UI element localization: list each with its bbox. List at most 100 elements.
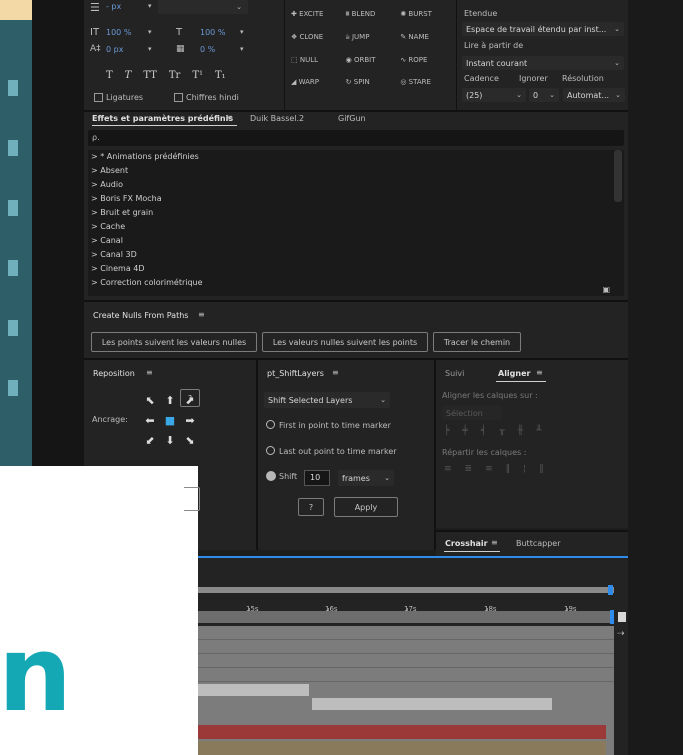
- shift-unit-dropdown[interactable]: frames ⌄: [338, 470, 394, 486]
- arrow-down-icon[interactable]: ⬇: [160, 434, 180, 454]
- list-item[interactable]: > Cinema 4D: [91, 262, 601, 276]
- arrow-up-icon[interactable]: ⬆: [160, 394, 180, 414]
- arrow-left-icon[interactable]: ⬅: [140, 414, 160, 434]
- list-item[interactable]: > Canal 3D: [91, 248, 601, 262]
- resolution-dropdown[interactable]: Automat... ⌄: [563, 88, 625, 102]
- panel-menu-icon[interactable]: ≡: [332, 368, 339, 377]
- tab-gifgun[interactable]: GifGun: [338, 114, 366, 123]
- list-item[interactable]: > Boris FX Mocha: [91, 192, 601, 206]
- font-style-dropdown[interactable]: ⌄: [158, 0, 248, 14]
- shift-amount-input[interactable]: 10: [304, 470, 330, 486]
- distribute-bottom-icon[interactable]: ≡: [485, 464, 493, 474]
- duik-jump-button[interactable]: ⩭ JUMP: [346, 33, 397, 42]
- panel-menu-icon[interactable]: ≡: [146, 368, 153, 377]
- framerate-dropdown[interactable]: (25) ⌄: [462, 88, 526, 102]
- list-item[interactable]: > Bruit et grain: [91, 206, 601, 220]
- superscript-button[interactable]: T¹: [192, 70, 203, 84]
- effects-search-input[interactable]: ρ.: [88, 130, 624, 146]
- points-follow-nulls-button[interactable]: Les points suivent les valeurs nulles: [91, 332, 257, 352]
- align-left-icon[interactable]: ╞: [444, 426, 449, 436]
- scrollbar[interactable]: [614, 150, 622, 202]
- chevron-down-icon[interactable]: ▾: [240, 28, 244, 36]
- distribute-right-icon[interactable]: ‖: [539, 464, 544, 474]
- panel-menu-icon[interactable]: ≡: [491, 538, 498, 547]
- duik-stare-button[interactable]: ◎ STARE: [400, 78, 451, 86]
- list-item[interactable]: > Correction colorimétrique: [91, 276, 601, 290]
- leading-value[interactable]: - px: [106, 2, 121, 11]
- shift-radio[interactable]: [266, 471, 276, 481]
- duik-warp-button[interactable]: ◢ WARP: [291, 78, 342, 86]
- character-panel: ☰ - px ▾ ⌄ IT 100 % ▾ T 100 % ▾ A‡ 0 px …: [84, 0, 284, 110]
- tab-buttcapper[interactable]: Buttcapper: [516, 539, 561, 548]
- align-top-icon[interactable]: ╥: [499, 426, 504, 436]
- skip-dropdown[interactable]: 0 ⌄: [529, 88, 559, 102]
- duik-burst-button[interactable]: ✺ BURST: [400, 10, 451, 19]
- new-preset-icon[interactable]: ▣: [602, 285, 610, 294]
- playhead[interactable]: [610, 610, 614, 624]
- ligatures-checkbox[interactable]: [94, 93, 103, 102]
- duik-orbit-button[interactable]: ◉ ORBIT: [346, 56, 397, 64]
- horizontal-scale-value[interactable]: 100 %: [200, 28, 225, 37]
- tab-align[interactable]: Aligner: [498, 369, 530, 378]
- duik-rope-button[interactable]: ∿ ROPE: [400, 56, 451, 64]
- list-item[interactable]: > Canal: [91, 234, 601, 248]
- arrow-up-left-icon[interactable]: ⬉: [140, 394, 160, 414]
- right-side-area: [628, 0, 683, 755]
- layer-bar[interactable]: [312, 698, 552, 710]
- duik-name-button[interactable]: ✎ NAME: [400, 33, 451, 42]
- all-caps-button[interactable]: TT: [143, 70, 157, 84]
- small-caps-button[interactable]: Tr: [169, 70, 180, 84]
- apply-button[interactable]: Apply: [334, 497, 398, 517]
- align-vcenter-icon[interactable]: ╫: [518, 426, 523, 436]
- arrow-up-right-icon[interactable]: ⬈: [180, 394, 200, 414]
- align-to-dropdown[interactable]: Sélection: [442, 406, 502, 420]
- tab-crosshair[interactable]: Crosshair: [445, 539, 488, 548]
- list-item[interactable]: > * Animations prédéfinies: [91, 150, 601, 164]
- align-bottom-icon[interactable]: ╨: [536, 426, 541, 436]
- play-from-dropdown[interactable]: Instant courant ⌄: [462, 56, 624, 70]
- tab-effects[interactable]: Effets et paramètres prédéfinis: [92, 114, 233, 123]
- arrow-down-left-icon[interactable]: ⬋: [140, 434, 160, 454]
- distribute-left-icon[interactable]: ‖: [506, 464, 511, 474]
- tab-tracker[interactable]: Suivi: [445, 369, 464, 378]
- list-item[interactable]: > Audio: [91, 178, 601, 192]
- duik-blend-button[interactable]: ⩩ BLEND: [346, 10, 397, 19]
- chevron-down-icon[interactable]: ▾: [148, 28, 152, 36]
- tab-duik[interactable]: Duik Bassel.2: [250, 114, 304, 123]
- distribute-hcenter-icon[interactable]: ¦: [523, 464, 526, 474]
- chevron-down-icon[interactable]: ▾: [240, 45, 244, 53]
- nulls-follow-points-button[interactable]: Les valeurs nulles suivent les points: [262, 332, 428, 352]
- distribute-vcenter-icon[interactable]: ≣: [465, 464, 473, 474]
- panel-menu-icon[interactable]: ≡: [226, 113, 233, 122]
- last-out-radio[interactable]: [266, 446, 275, 455]
- align-right-icon[interactable]: ╡: [481, 426, 486, 436]
- anchor-center-icon[interactable]: ■: [160, 414, 180, 434]
- faux-italic-button[interactable]: T: [125, 70, 132, 84]
- hindi-digits-checkbox[interactable]: [174, 93, 183, 102]
- duik-clone-button[interactable]: ❖ CLONE: [291, 33, 342, 42]
- subscript-button[interactable]: T₁: [215, 70, 226, 84]
- arrow-down-right-icon[interactable]: ⬊: [180, 434, 200, 454]
- duik-null-button[interactable]: ⬚ NULL: [291, 56, 342, 64]
- first-in-radio[interactable]: [266, 420, 275, 429]
- list-item[interactable]: > Cache: [91, 220, 601, 234]
- distribute-top-icon[interactable]: ≡: [444, 464, 452, 474]
- help-button[interactable]: ?: [298, 498, 324, 516]
- duik-excite-button[interactable]: ✚ EXCITE: [291, 10, 342, 19]
- list-item[interactable]: > Absent: [91, 164, 601, 178]
- align-hcenter-icon[interactable]: ╪: [462, 426, 467, 436]
- baseline-value[interactable]: 0 px: [106, 45, 123, 54]
- shift-mode-dropdown[interactable]: Shift Selected Layers ⌄: [264, 392, 390, 408]
- panel-menu-icon[interactable]: ≡: [536, 368, 543, 377]
- faux-bold-button[interactable]: T: [106, 70, 113, 84]
- chevron-down-icon[interactable]: ▾: [148, 45, 152, 53]
- duik-spin-button[interactable]: ↻ SPIN: [346, 78, 397, 86]
- range-dropdown[interactable]: Espace de travail étendu par inst... ⌄: [462, 22, 624, 36]
- playhead-handle-icon[interactable]: [618, 612, 626, 622]
- vertical-scale-value[interactable]: 100 %: [106, 28, 131, 37]
- panel-menu-icon[interactable]: ≡: [198, 310, 205, 319]
- trace-path-button[interactable]: Tracer le chemin: [433, 332, 521, 352]
- chevron-down-icon[interactable]: ▾: [148, 2, 152, 10]
- tsume-value[interactable]: 0 %: [200, 45, 215, 54]
- arrow-right-icon[interactable]: ➡: [180, 414, 200, 434]
